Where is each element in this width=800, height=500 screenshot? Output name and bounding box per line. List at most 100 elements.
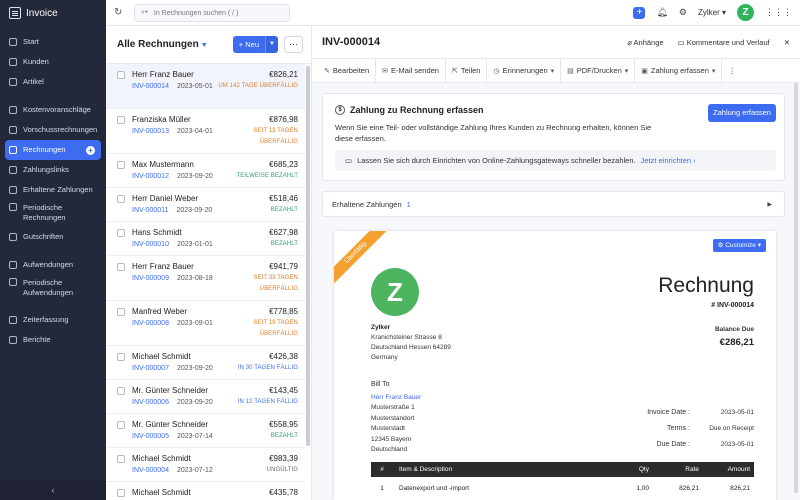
reminders-dropdown[interactable]: ◷ Erinnerungen ▾ [487,58,562,83]
row-checkbox[interactable] [117,353,125,361]
invoice-detail-panel: INV-000014 ⌀ Anhänge ▭ Kommentare und Ve… [312,26,800,500]
line-item-qty: 1,00 [636,484,649,492]
column-header: Rate [685,466,699,473]
invoice-number: INV-000014 [132,83,169,90]
row-checkbox[interactable] [117,308,125,316]
gateway-text: Lassen Sie sich durch Einrichten von Onl… [357,156,636,165]
list-scrollbar[interactable] [306,66,310,446]
share-button[interactable]: ⇱ Teilen [446,58,488,83]
row-checkbox[interactable] [117,387,125,395]
invoice-date: 2023-01-01 [176,241,213,248]
send-email-button[interactable]: ✉ E-Mail senden [376,58,446,83]
app-brand[interactable]: Invoice [0,0,106,26]
new-dropdown-button[interactable]: ▼ [265,36,278,53]
bill-to-customer-link[interactable]: Herr Franz Bauer [371,393,421,404]
row-checkbox[interactable] [117,195,125,203]
invoice-amount: €685,23 [269,160,298,169]
money-icon: ▣ [641,67,648,75]
row-checkbox[interactable] [117,421,125,429]
sidebar-item-aufwendungen[interactable]: Aufwendungen [0,255,106,275]
sidebar-item-erhaltene-zahlungen[interactable]: Erhaltene Zahlungen [0,180,106,200]
sidebar-item-label: Kostenvoranschläge [23,105,91,114]
meta-value: 2023-05-01 [720,408,754,416]
table-row[interactable]: Hans Schmidt €627,98 INV-000010 2023-01-01… [106,222,305,256]
customize-button[interactable]: ⚙ Customize ▾ [712,239,766,252]
table-row[interactable]: Mr. Günter Schneider €558,95 INV-000005 20… [106,414,305,448]
row-checkbox[interactable] [117,229,125,237]
invoice-number: INV-000012 [132,173,169,180]
page-title: INV-000014 [322,36,381,48]
row-checkbox[interactable] [117,489,125,497]
customer-name: Mr. Günter Schneider [132,386,209,395]
balance-due-label: Balance Due [714,326,754,333]
column-header: # [380,466,384,473]
recurring-expense-icon [9,278,17,286]
more-actions-button[interactable]: ⋮ [722,59,742,83]
edit-label: Bearbeiten [332,66,370,75]
row-checkbox[interactable] [117,455,125,463]
search-input[interactable]: ⌕▾ In Rechnungen suchen ( / ) [134,4,290,22]
table-row[interactable]: Herr Daniel Weber €518,46 INV-000011 2023-… [106,188,305,222]
edit-button[interactable]: ✎ Bearbeiten [318,58,377,83]
add-invoice-icon[interactable]: + [86,145,95,155]
list-view-selector[interactable]: Alle Rechnungen ▼ [117,39,208,50]
line-item-number: 1 [380,484,384,492]
sidebar-item-label: Rechnungen [23,145,66,154]
sidebar-item-berichte[interactable]: Berichte [0,330,106,350]
more-options-button[interactable]: ··· [284,36,303,53]
bill-to-line: Musterstadt [371,425,405,432]
status-badge: SEIT 19 TAGEN ÜBERFÄLLIG [253,320,298,337]
table-row[interactable]: Herr Franz Bauer €826,21 INV-000014 2023-0… [106,64,305,109]
table-row[interactable]: Manfred Weber €778,85 INV-000008 2023-09-0… [106,301,305,346]
payment-card-description: Wenn Sie eine Teil- oder vollständige Za… [335,123,652,143]
pdf-print-dropdown[interactable]: ▤ PDF/Drucken ▾ [561,58,636,83]
table-row[interactable]: Michael Schmidt €426,38 INV-000007 2023-09… [106,346,305,380]
list-header: Alle Rechnungen ▼ + Neu ▼ ··· [106,26,311,64]
table-row[interactable]: Mr. Günter Schneider €143,45 INV-000006 20… [106,380,305,414]
sidebar-item-zahlungslinks[interactable]: Zahlungslinks [0,160,106,180]
refresh-icon[interactable]: ↻ [114,7,122,18]
company-logo: Z [371,268,419,316]
new-invoice-button[interactable]: + Neu [232,36,265,53]
close-icon[interactable]: ✕ [784,38,790,47]
sidebar-item-artikel[interactable]: Artikel [0,72,106,92]
invoice-amount: €426,38 [269,352,298,361]
org-switcher[interactable]: Zylker ▾ [698,8,726,17]
table-row[interactable]: Max Mustermann €685,23 INV-000012 2023-09-… [106,154,305,188]
line-items-table: # Item & Description Qty Rate Amount 1 D… [371,462,754,499]
collapse-sidebar-button[interactable]: ‹ [0,480,106,500]
received-payments-section[interactable]: Erhaltene Zahlungen 1 ▶ [322,191,785,217]
sidebar-item-periodische-aufwendungen[interactable]: Periodische Aufwendungen [0,275,106,302]
table-row[interactable]: Michael Schmidt €435,78 [106,482,305,500]
table-row[interactable]: Michael Schmidt €983,39 INV-000004 2023-07… [106,448,305,482]
record-payment-button[interactable]: Zahlung erfassen [708,104,776,122]
table-row[interactable]: Herr Franz Bauer €941,79 INV-000009 2023-0… [106,256,305,301]
row-checkbox[interactable] [117,71,125,79]
comments-button[interactable]: ▭ Kommentare und Verlauf [678,38,770,47]
gear-icon[interactable]: ⚙ [679,7,687,18]
row-checkbox[interactable] [117,161,125,169]
sidebar-item-kunden[interactable]: Kunden [0,52,106,72]
sidebar-item-periodische-rechnungen[interactable]: Periodische Rechnungen [0,200,106,227]
new-invoice-button-group: + Neu ▼ [232,36,278,53]
sidebar-item-gutschriften[interactable]: Gutschriften [0,227,106,247]
bell-icon[interactable]: 🔔︎ [656,7,667,18]
row-checkbox[interactable] [117,116,125,124]
sidebar-item-start[interactable]: Start [0,32,106,52]
quick-create-button[interactable]: + [633,6,646,19]
apps-grid-icon[interactable]: ⋮⋮⋮ [765,7,792,18]
sidebar-item-zeiterfassung[interactable]: Zeiterfassung [0,310,106,330]
status-badge: BEZAHLT [270,241,298,247]
avatar[interactable]: Z [737,4,754,21]
record-payment-dropdown[interactable]: ▣ Zahlung erfassen ▾ [635,58,723,83]
sidebar-item-label: Kunden [23,57,49,66]
sidebar-item-kostenvoranschlaege[interactable]: Kostenvoranschläge [0,100,106,120]
attachments-button[interactable]: ⌀ Anhänge [627,38,663,47]
invoice-list-panel: Alle Rechnungen ▼ + Neu ▼ ··· Herr Franz … [106,26,312,500]
sidebar-item-rechnungen[interactable]: Rechnungen + [5,140,101,160]
row-checkbox[interactable] [117,263,125,271]
table-row[interactable]: Franziska Müller €876,98 INV-000013 2023-0… [106,109,305,154]
sidebar-item-vorschussrechnungen[interactable]: Vorschussrechnungen [0,120,106,140]
setup-gateway-link[interactable]: Jetzt einrichten › [641,156,696,165]
detail-scrollbar[interactable] [794,83,798,493]
